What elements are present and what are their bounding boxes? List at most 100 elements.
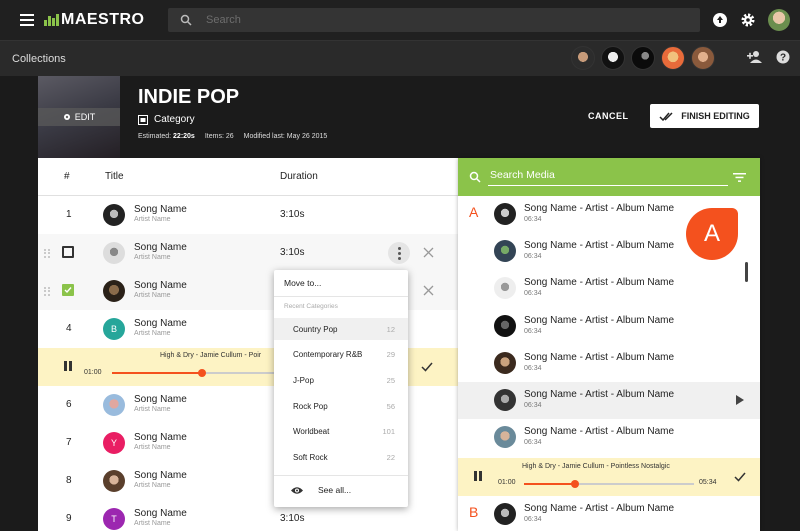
menu-item-category[interactable]: Soft Rock 22 xyxy=(274,446,408,468)
cancel-button[interactable]: CANCEL xyxy=(588,111,629,121)
see-all-label: See all... xyxy=(318,485,352,495)
index-letter: A xyxy=(469,204,479,220)
letter-avatar: B xyxy=(103,318,125,340)
media-item[interactable]: Song Name - Artist - Album Name 06:34 xyxy=(458,345,760,382)
menu-divider xyxy=(274,296,408,297)
media-duration: 06:34 xyxy=(524,253,542,260)
secondary-icons: ? xyxy=(746,50,790,64)
song-thumbnail xyxy=(103,280,125,302)
more-options-icon[interactable] xyxy=(388,242,410,264)
media-thumbnail xyxy=(494,389,516,411)
table-row[interactable]: 1 Song Name Artist Name 3:10s xyxy=(38,196,458,234)
gear-icon[interactable] xyxy=(740,12,756,28)
media-thumbnail xyxy=(494,503,516,525)
menu-item-category[interactable]: Contemporary R&B 29 xyxy=(274,343,408,365)
category-label: Category xyxy=(154,114,195,125)
collaborator-avatar[interactable] xyxy=(691,46,715,70)
media-title: Song Name - Artist - Album Name xyxy=(524,503,675,514)
progress-knob[interactable] xyxy=(571,480,579,488)
check-icon xyxy=(64,287,72,294)
app-logo[interactable]: MAESTRO xyxy=(44,11,145,29)
filter-icon[interactable] xyxy=(733,173,746,182)
collaborator-avatar[interactable] xyxy=(631,46,655,70)
upload-icon[interactable] xyxy=(712,12,728,28)
menu-item-category[interactable]: Country Pop 12 xyxy=(274,318,408,340)
user-avatar[interactable] xyxy=(768,9,790,31)
double-check-icon xyxy=(659,111,673,121)
row-number: 6 xyxy=(66,399,72,410)
play-icon[interactable] xyxy=(736,395,744,405)
col-duration[interactable]: Duration xyxy=(280,171,318,182)
move-to-item[interactable]: Move to... xyxy=(284,278,321,288)
media-item[interactable]: Song Name - Artist - Album Name 06:34 xyxy=(458,382,760,419)
context-menu: Move to... Recent Categories Country Pop… xyxy=(274,270,408,507)
finish-editing-button[interactable]: FINISH EDITING xyxy=(650,104,759,128)
song-thumbnail xyxy=(103,470,125,492)
menu-item-category[interactable]: J-Pop 25 xyxy=(274,369,408,391)
player-current-time: 01:00 xyxy=(498,479,516,486)
drag-handle-icon[interactable] xyxy=(44,249,50,258)
collaborator-avatar[interactable] xyxy=(661,46,685,70)
media-thumbnail xyxy=(494,240,516,262)
drag-handle-icon[interactable] xyxy=(44,287,50,296)
song-thumbnail xyxy=(103,204,125,226)
media-item[interactable]: Song Name - Artist - Album Name 06:34 xyxy=(458,270,760,307)
row-number: 7 xyxy=(66,437,72,448)
media-duration: 06:34 xyxy=(524,365,542,372)
alphabet-index-bubble: A xyxy=(686,208,738,260)
song-duration: 3:10s xyxy=(280,247,305,258)
artist-name: Artist Name xyxy=(134,482,171,489)
see-all-item[interactable]: See all... xyxy=(290,485,351,495)
media-item[interactable]: Song Name - Artist - Album Name 06:34 xyxy=(458,308,760,345)
media-search-header: Search Media xyxy=(458,158,760,196)
media-item[interactable]: Song Name - Artist - Album Name 06:34 xyxy=(458,419,760,456)
progress-bar[interactable] xyxy=(524,480,694,488)
song-name: Song Name xyxy=(134,394,187,405)
collaborator-avatars xyxy=(571,46,715,70)
song-name: Song Name xyxy=(134,280,187,291)
help-icon[interactable]: ? xyxy=(776,50,790,64)
pause-icon[interactable] xyxy=(64,361,72,371)
menu-icon[interactable] xyxy=(20,14,34,26)
add-user-icon[interactable] xyxy=(746,50,762,64)
logo-icon xyxy=(44,14,59,26)
collaborator-avatar[interactable] xyxy=(571,46,595,70)
song-name: Song Name xyxy=(134,318,187,329)
close-icon[interactable] xyxy=(423,285,434,296)
collaborator-avatar[interactable] xyxy=(601,46,625,70)
song-thumbnail xyxy=(103,242,125,264)
menu-item-category[interactable]: Worldbeat 101 xyxy=(274,420,408,442)
media-title: Song Name - Artist - Album Name xyxy=(524,389,675,400)
check-icon[interactable] xyxy=(734,472,746,482)
edit-label: EDIT xyxy=(74,112,96,122)
artist-name: Artist Name xyxy=(134,330,171,337)
edit-cover-button[interactable]: EDIT xyxy=(38,108,120,126)
player-current-time: 01:00 xyxy=(84,369,102,376)
pause-icon[interactable] xyxy=(474,471,482,481)
media-item[interactable]: B Song Name - Artist - Album Name 06:34 xyxy=(458,496,760,531)
artist-name: Artist Name xyxy=(134,292,171,299)
playlist-category[interactable]: Category xyxy=(138,114,195,125)
search-input[interactable] xyxy=(206,14,606,26)
progress-knob[interactable] xyxy=(198,369,206,377)
row-checkbox[interactable] xyxy=(62,246,74,258)
close-icon[interactable] xyxy=(423,247,434,258)
col-num[interactable]: # xyxy=(64,171,70,182)
app-name: MAESTRO xyxy=(61,11,145,28)
playlist-meta: Estimated: 22:20s Items: 26 Modified las… xyxy=(138,133,327,140)
media-duration: 06:34 xyxy=(524,216,542,223)
check-icon[interactable] xyxy=(421,362,433,372)
media-player: High & Dry - Jamie Cullum - Pointless No… xyxy=(458,458,760,496)
category-icon xyxy=(138,114,148,125)
song-duration: 3:10s xyxy=(280,513,305,524)
media-search-input[interactable]: Search Media xyxy=(490,169,555,181)
scrollbar[interactable] xyxy=(745,262,748,282)
search-bar[interactable] xyxy=(168,8,700,32)
menu-item-category[interactable]: Rock Pop 56 xyxy=(274,395,408,417)
media-duration: 06:34 xyxy=(524,290,542,297)
row-checkbox[interactable] xyxy=(62,284,74,296)
modified-date: Modified last: May 26 2015 xyxy=(243,133,328,140)
item-count: Items: 26 xyxy=(204,133,234,140)
col-title[interactable]: Title xyxy=(105,171,124,182)
table-row[interactable]: Song Name Artist Name 3:10s xyxy=(38,234,458,272)
